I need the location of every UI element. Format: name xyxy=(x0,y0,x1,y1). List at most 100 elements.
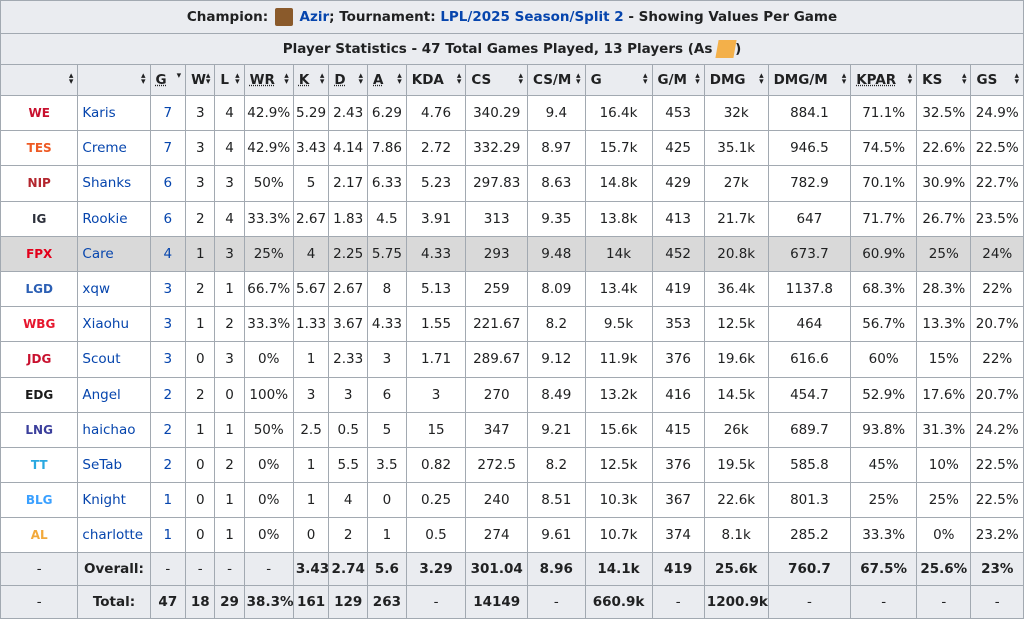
player-link[interactable]: haichao xyxy=(82,422,135,438)
cell-l: 1 xyxy=(214,482,245,519)
cell-gs: 22.5% xyxy=(970,446,1024,484)
sort-icon[interactable]: ▴ ▾ xyxy=(457,72,462,87)
sort-icon[interactable]: ▴ ▾ xyxy=(284,72,289,87)
sort-icon[interactable]: ▴ ▾ xyxy=(235,72,240,87)
column-header-11[interactable]: CS/M ▴ ▾ xyxy=(527,64,586,96)
team-logo-icon[interactable]: WBG xyxy=(18,311,60,337)
player-link[interactable]: xqw xyxy=(82,281,110,297)
sort-icon[interactable]: ▴ ▾ xyxy=(962,72,967,87)
player-link[interactable]: charlotte xyxy=(82,527,143,543)
team-logo-icon[interactable]: JDG xyxy=(18,346,60,372)
cell-dmg: 20.8k xyxy=(703,235,769,272)
games-link[interactable]: 3 xyxy=(164,281,173,297)
sort-icon[interactable]: ▴ ▾ xyxy=(576,72,581,87)
player-link[interactable]: Creme xyxy=(82,140,126,156)
sort-icon[interactable]: ▴ ▾ xyxy=(397,72,402,87)
team-logo-icon[interactable]: LNG xyxy=(18,417,60,443)
sort-icon[interactable]: ▴ ▾ xyxy=(643,72,648,87)
player-link[interactable]: Angel xyxy=(82,387,120,403)
cell-dmg: 32k xyxy=(703,94,769,132)
column-header-10[interactable]: CS ▴ ▾ xyxy=(465,64,529,96)
cell-csm: 9.48 xyxy=(527,235,586,272)
team-logo-icon[interactable]: FPX xyxy=(18,241,60,267)
sort-icon[interactable]: ▴ ▾ xyxy=(206,72,211,87)
column-header-5[interactable]: WR ▴ ▾ xyxy=(243,64,294,96)
team-logo-icon[interactable]: EDG xyxy=(18,382,60,408)
cell-gold: 16.4k xyxy=(584,94,653,132)
team-logo-icon[interactable]: LGD xyxy=(18,276,60,302)
player-cell: charlotte xyxy=(77,517,151,554)
column-header-0[interactable]: ▴ ▾ xyxy=(0,64,79,96)
champion-portrait-icon[interactable] xyxy=(274,8,293,26)
games-link[interactable]: 6 xyxy=(164,211,173,227)
tournament-link[interactable]: LPL/2025 Season/Split 2 xyxy=(440,9,623,25)
player-link[interactable]: Karis xyxy=(82,105,115,121)
games-link[interactable]: 7 xyxy=(164,140,173,156)
sort-icon[interactable]: ▴ ▾ xyxy=(141,72,146,87)
column-header-6[interactable]: K ▴ ▾ xyxy=(292,64,330,96)
sort-icon[interactable]: ▴ ▾ xyxy=(1014,72,1019,87)
cell-gm: 376 xyxy=(651,446,705,484)
column-header-13[interactable]: G/M ▴ ▾ xyxy=(651,64,705,96)
player-link[interactable]: Scout xyxy=(82,351,120,367)
cell-kda: 5.13 xyxy=(405,270,467,308)
cell-d: 0.5 xyxy=(328,411,369,448)
player-link[interactable]: Care xyxy=(82,246,113,262)
column-header-9[interactable]: KDA ▴ ▾ xyxy=(405,64,467,96)
games-link[interactable]: 6 xyxy=(164,175,173,191)
column-header-17[interactable]: KS ▴ ▾ xyxy=(916,64,972,96)
team-logo-icon[interactable]: TT xyxy=(18,452,60,478)
column-header-15[interactable]: DMG/M ▴ ▾ xyxy=(767,64,852,96)
sort-icon[interactable]: ▴ ▾ xyxy=(908,72,913,87)
column-header-14[interactable]: DMG ▴ ▾ xyxy=(703,64,769,96)
games-link[interactable]: 2 xyxy=(164,457,173,473)
player-link[interactable]: Knight xyxy=(82,492,126,508)
column-header-16[interactable]: KPAR ▴ ▾ xyxy=(850,64,918,96)
overall-cell: 25.6k xyxy=(703,552,769,587)
cell-k: 1.33 xyxy=(292,306,330,343)
games-link[interactable]: 1 xyxy=(164,527,173,543)
sort-icon[interactable]: ▾ xyxy=(177,72,182,81)
cell-l: 2 xyxy=(214,306,245,343)
games-link[interactable]: 2 xyxy=(164,422,173,438)
overall-cell: 67.5% xyxy=(850,552,918,587)
games-link[interactable]: 7 xyxy=(164,105,173,121)
cell-kpar: 93.8% xyxy=(850,411,918,448)
games-link[interactable]: 2 xyxy=(164,387,173,403)
sort-icon[interactable]: ▴ ▾ xyxy=(69,72,74,87)
games-link[interactable]: 4 xyxy=(164,246,173,262)
games-link[interactable]: 1 xyxy=(164,492,173,508)
games-link[interactable]: 3 xyxy=(164,351,173,367)
column-header-8[interactable]: A ▴ ▾ xyxy=(367,64,407,96)
player-link[interactable]: Xiaohu xyxy=(82,316,129,332)
player-link[interactable]: Rookie xyxy=(82,211,127,227)
player-link[interactable]: SeTab xyxy=(82,457,122,473)
sort-icon[interactable]: ▴ ▾ xyxy=(519,72,524,87)
cell-wr: 33.3% xyxy=(243,306,294,343)
sort-icon[interactable]: ▴ ▾ xyxy=(695,72,700,87)
column-header-18[interactable]: GS ▴ ▾ xyxy=(970,64,1024,96)
sort-icon[interactable]: ▴ ▾ xyxy=(320,72,325,87)
column-header-4[interactable]: L ▴ ▾ xyxy=(214,64,245,96)
team-logo-icon[interactable]: BLG xyxy=(18,487,60,513)
team-logo-icon[interactable]: TES xyxy=(18,135,60,161)
column-header-1[interactable]: ▴ ▾ xyxy=(77,64,151,96)
player-link[interactable]: Shanks xyxy=(82,175,131,191)
sort-icon[interactable]: ▴ ▾ xyxy=(842,72,847,87)
pencil-icon[interactable] xyxy=(715,40,737,58)
column-header-3[interactable]: W ▴ ▾ xyxy=(185,64,216,96)
cell-l: 4 xyxy=(214,200,245,237)
sort-icon[interactable]: ▴ ▾ xyxy=(759,72,764,87)
sort-icon[interactable]: ▴ ▾ xyxy=(359,72,364,87)
column-header-7[interactable]: D ▴ ▾ xyxy=(328,64,369,96)
games-link[interactable]: 3 xyxy=(164,316,173,332)
team-logo-icon[interactable]: IG xyxy=(18,206,60,232)
team-logo-icon[interactable]: WE xyxy=(18,100,60,126)
column-header-12[interactable]: G ▴ ▾ xyxy=(584,64,653,96)
champion-link[interactable]: Azir xyxy=(300,9,330,25)
team-logo-icon[interactable]: NIP xyxy=(18,170,60,196)
total-cell: - xyxy=(527,585,586,620)
cell-w: 3 xyxy=(185,130,216,167)
team-logo-icon[interactable]: AL xyxy=(18,522,60,548)
column-header-2[interactable]: G ▾ xyxy=(149,64,187,96)
